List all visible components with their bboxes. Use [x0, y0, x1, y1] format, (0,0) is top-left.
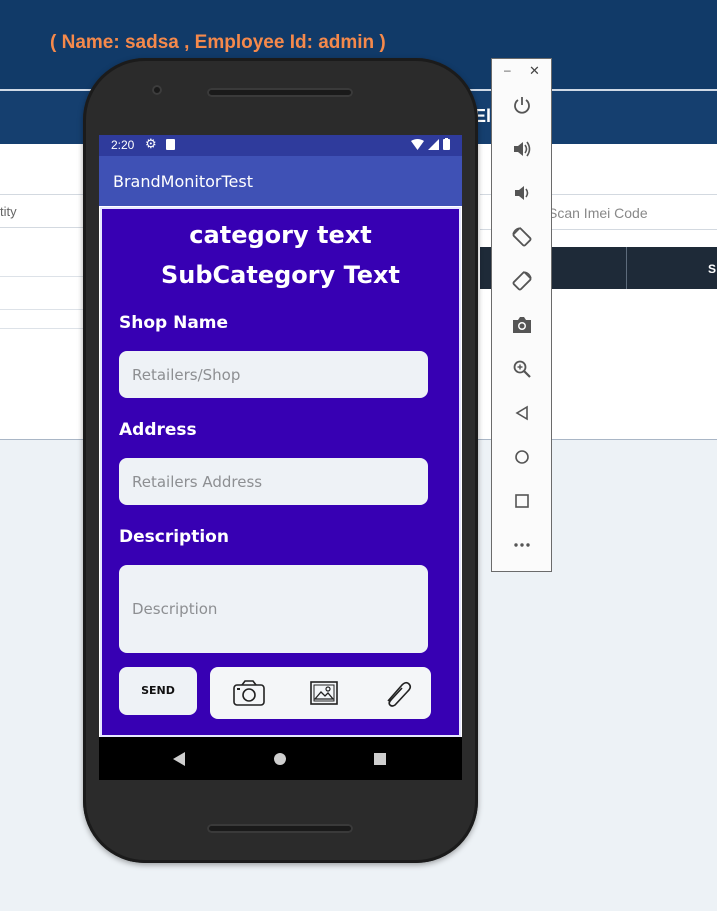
- emulator-toolbar: – ✕: [491, 58, 552, 572]
- form-panel: category text SubCategory Text Shop Name…: [100, 207, 461, 737]
- sd-card-icon: [166, 139, 175, 150]
- send-button[interactable]: SEND: [119, 667, 197, 715]
- description-placeholder: Description: [132, 600, 218, 618]
- status-icons: [411, 138, 450, 150]
- settings-icon: ⚙: [145, 136, 157, 151]
- subcategory-text: SubCategory Text: [160, 261, 401, 289]
- description-label: Description: [119, 527, 229, 547]
- close-button[interactable]: ✕: [529, 63, 540, 79]
- app-bar: BrandMonitorTest: [99, 156, 462, 206]
- user-info: ( Name: sadsa , Employee Id: admin ): [50, 32, 386, 53]
- signal-icon: [428, 138, 439, 150]
- rotate-left-icon[interactable]: [509, 224, 535, 250]
- back-icon[interactable]: [159, 737, 199, 780]
- quantity-field[interactable]: tity: [0, 194, 90, 228]
- app-title: BrandMonitorTest: [113, 172, 253, 191]
- minimize-button[interactable]: –: [504, 63, 511, 77]
- status-bar: 2:20 ⚙: [99, 135, 462, 156]
- table-row: [0, 244, 90, 277]
- rotate-right-icon[interactable]: [509, 268, 535, 294]
- navigation-bar: [99, 737, 462, 780]
- phone-screen: 2:20 ⚙ BrandMonitorTest category text Su…: [99, 135, 462, 780]
- shop-name-placeholder: Retailers/Shop: [132, 365, 241, 384]
- home-icon[interactable]: [509, 444, 535, 470]
- zoom-icon[interactable]: [509, 356, 535, 382]
- address-input[interactable]: Retailers Address: [119, 458, 428, 505]
- category-text: category text: [189, 221, 372, 249]
- volume-up-icon[interactable]: [509, 136, 535, 162]
- shop-name-label: Shop Name: [119, 313, 229, 333]
- battery-icon: [443, 138, 450, 150]
- paperclip-icon[interactable]: [382, 679, 416, 707]
- quantity-field-label: tity: [0, 204, 17, 219]
- screenshot-icon[interactable]: [509, 312, 535, 338]
- camera-icon[interactable]: [232, 679, 266, 707]
- recents-icon[interactable]: [360, 737, 400, 780]
- back-icon[interactable]: [509, 400, 535, 426]
- table-header-cell: S: [708, 262, 717, 276]
- home-icon[interactable]: [260, 737, 300, 780]
- image-icon[interactable]: [307, 679, 341, 707]
- table-row: [0, 296, 90, 329]
- top-speaker: [207, 88, 353, 97]
- power-icon[interactable]: [509, 92, 535, 118]
- wifi-icon: [411, 138, 424, 150]
- volume-down-icon[interactable]: [509, 180, 535, 206]
- overview-icon[interactable]: [509, 488, 535, 514]
- status-time: 2:20: [111, 138, 135, 152]
- bottom-speaker: [207, 824, 353, 833]
- front-camera: [152, 85, 162, 95]
- shop-name-input[interactable]: Retailers/Shop: [119, 351, 428, 398]
- address-placeholder: Retailers Address: [132, 472, 263, 491]
- description-input[interactable]: Description: [119, 565, 428, 653]
- address-label: Address: [119, 420, 197, 440]
- more-icon[interactable]: [509, 532, 535, 558]
- attachment-bar: [210, 667, 431, 719]
- table-header-divider: [626, 247, 627, 289]
- imei-placeholder: Scan Imei Code: [548, 205, 648, 221]
